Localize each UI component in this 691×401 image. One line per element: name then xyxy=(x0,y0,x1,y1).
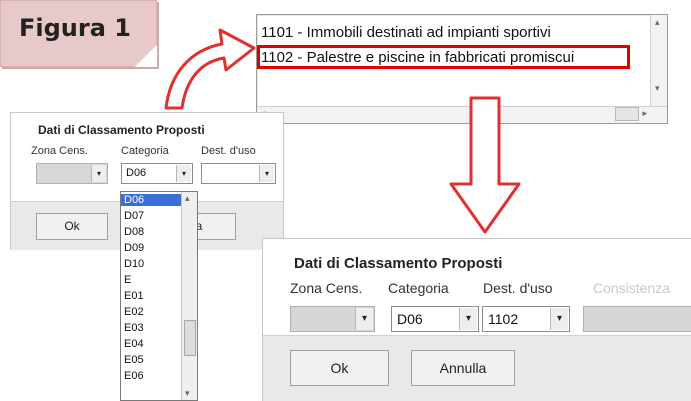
dest-uso-value: 1102 xyxy=(488,311,519,327)
categoria-value: D06 xyxy=(397,311,423,327)
scroll-up-icon[interactable]: ▴ xyxy=(655,17,660,28)
dropdown-item-d08[interactable]: D08 xyxy=(121,226,182,238)
categoria-label: Categoria xyxy=(121,145,169,157)
zona-cens-label: Zona Cens. xyxy=(31,145,88,157)
zona-cens-label: Zona Cens. xyxy=(290,280,363,296)
dropdown-item-d10[interactable]: D10 xyxy=(121,258,182,270)
categoria-label: Categoria xyxy=(388,280,449,296)
chevron-down-icon: ▾ xyxy=(355,308,373,330)
curved-arrow-icon xyxy=(164,28,256,110)
annulla-button[interactable]: Annulla xyxy=(411,350,515,386)
chevron-down-icon[interactable]: ▾ xyxy=(259,165,274,182)
dropdown-item-e01[interactable]: E01 xyxy=(121,290,182,302)
dropdown-item-e03[interactable]: E03 xyxy=(121,322,182,334)
scroll-thumb[interactable] xyxy=(615,107,639,121)
ok-button[interactable]: Ok xyxy=(36,213,108,240)
dest-uso-label: Dest. d'uso xyxy=(201,145,256,157)
scroll-right-icon[interactable]: ▸ xyxy=(642,108,647,119)
dest-uso-label: Dest. d'uso xyxy=(483,280,553,296)
scroll-up-icon[interactable]: ▴ xyxy=(185,193,190,204)
large-classamento-panel: Dati di Classamento Proposti Zona Cens. … xyxy=(262,238,691,401)
categoria-dropdown-list[interactable]: D06 D07 D08 D09 D10 E E01 E02 E03 E04 E0… xyxy=(120,191,198,401)
dropdown-item-d07[interactable]: D07 xyxy=(121,210,182,222)
dest-uso-select[interactable]: 1102 ▾ xyxy=(482,306,570,332)
dropdown-item-e[interactable]: E xyxy=(121,274,182,286)
panel-title: Dati di Classamento Proposti xyxy=(38,123,205,137)
dropdown-item-d06[interactable]: D06 xyxy=(121,194,182,206)
zona-cens-select: ▾ xyxy=(36,163,108,184)
dest-uso-select[interactable]: ▾ xyxy=(201,163,276,184)
dropdown-item-d09[interactable]: D09 xyxy=(121,242,182,254)
consistenza-label: Consistenza xyxy=(593,280,671,296)
chevron-down-icon: ▾ xyxy=(91,165,106,182)
figure-label-text: Figura 1 xyxy=(19,14,131,42)
categoria-select[interactable]: D06 ▾ xyxy=(121,163,193,184)
chevron-down-icon[interactable]: ▾ xyxy=(550,308,568,330)
scroll-down-icon[interactable]: ▾ xyxy=(655,83,660,94)
list-item-1101[interactable]: 1101 - Immobili destinati ad impianti sp… xyxy=(261,24,551,41)
dropdown-item-e06[interactable]: E06 xyxy=(121,370,182,382)
list-item-1102[interactable]: 1102 - Palestre e piscine in fabbricati … xyxy=(261,49,574,66)
figure-label: Figura 1 xyxy=(0,0,157,67)
scroll-down-icon[interactable]: ▾ xyxy=(185,388,190,399)
categoria-value: D06 xyxy=(126,167,147,179)
dropdown-scrollbar[interactable]: ▴ ▾ xyxy=(181,192,197,400)
dropdown-item-e04[interactable]: E04 xyxy=(121,338,182,350)
page-fold-decoration xyxy=(135,45,157,67)
consistenza-field xyxy=(583,306,691,332)
dropdown-item-e02[interactable]: E02 xyxy=(121,306,182,318)
chevron-down-icon[interactable]: ▾ xyxy=(459,308,477,330)
scroll-thumb[interactable] xyxy=(184,320,196,356)
panel-title: Dati di Classamento Proposti xyxy=(294,255,503,272)
ok-button[interactable]: Ok xyxy=(290,350,389,386)
dropdown-item-e05[interactable]: E05 xyxy=(121,354,182,366)
categoria-select[interactable]: D06 ▾ xyxy=(391,306,479,332)
down-arrow-icon xyxy=(449,96,521,234)
zona-cens-select: ▾ xyxy=(290,306,375,332)
chevron-down-icon[interactable]: ▾ xyxy=(176,165,191,182)
